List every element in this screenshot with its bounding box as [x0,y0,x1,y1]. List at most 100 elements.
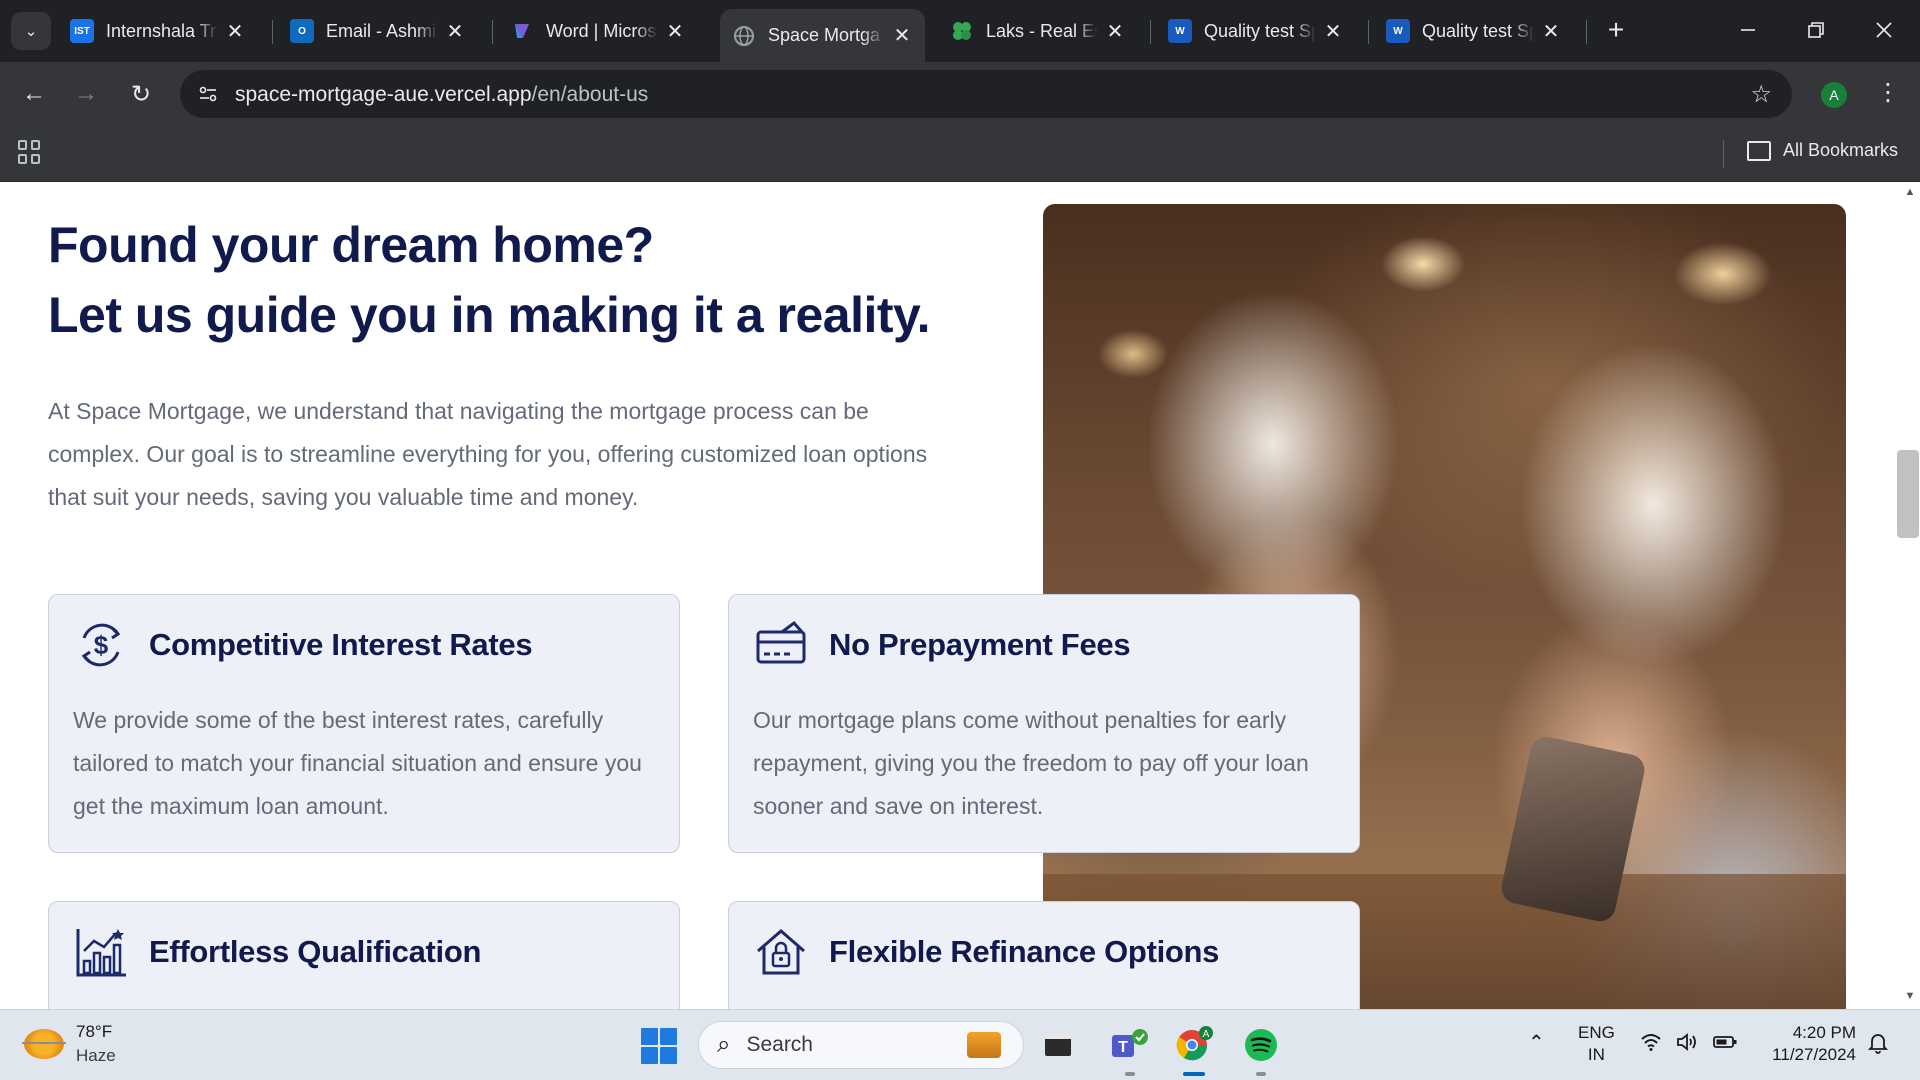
restore-icon[interactable] [1792,10,1840,50]
scroll-up-icon[interactable]: ▲ [1900,186,1920,198]
tab-email[interactable]: O Email - Ashmit ✕ [278,9,478,53]
tab-title: Email - Ashmit [326,20,438,41]
spotify-icon[interactable] [1240,1024,1282,1066]
volume-icon [1676,1032,1698,1058]
tab-title: Space Mortga [768,25,881,45]
feature-card-interest-rates: $ Competitive Interest Rates We provide … [48,594,680,853]
intro-paragraph: At Space Mortgage, we understand that na… [48,398,928,510]
chrome-active-indicator [1183,1072,1205,1076]
card-text: We provide some of the best interest rat… [73,707,642,819]
spotify-running-indicator [1256,1072,1266,1076]
tab-laks[interactable]: Laks - Real Est ✕ [938,9,1138,53]
wifi-icon [1640,1032,1662,1058]
chrome-icon[interactable]: A [1173,1024,1215,1066]
card-icon [753,617,809,673]
tab-close-icon[interactable]: ✕ [1540,19,1562,44]
page-scrollbar[interactable] [1900,182,1920,1009]
heading-line-2: Let us guide you in making it a reality. [48,287,931,343]
battery-icon [1712,1032,1738,1058]
svg-text:T: T [1118,1039,1128,1056]
clover-icon [950,19,974,43]
tab-word[interactable]: Word | Micros ✕ [498,9,698,53]
page-heading: Found your dream home? Let us guide you … [48,210,931,350]
growth-chart-icon [73,924,129,980]
address-bar[interactable]: space-mortgage-aue.vercel.app/en/about-u… [180,70,1792,118]
language-indicator[interactable]: ENG IN [1578,1022,1615,1066]
files-icon[interactable] [1037,1024,1079,1066]
windows-start-icon[interactable] [641,1028,677,1064]
card-header: Flexible Refinance Options [753,924,1219,980]
clock-date: 11/27/2024 [1772,1045,1856,1064]
tray-overflow-icon[interactable]: ⌃ [1528,1030,1545,1055]
system-clock[interactable]: 4:20 PM 11/27/2024 [1760,1022,1856,1066]
tab-title: Quality test Sp [1422,20,1534,41]
card-header: Effortless Qualification [73,924,481,980]
apps-grid-icon[interactable] [18,140,42,164]
tab-quality-test-1[interactable]: W Quality test Sp ✕ [1156,9,1356,53]
back-icon[interactable]: ← [16,76,52,112]
all-bookmarks-button[interactable]: All Bookmarks [1747,140,1898,161]
folder-icon [1747,140,1771,161]
tab-close-icon[interactable]: ✕ [224,19,246,44]
weather-temperature: 78°F [76,1022,113,1041]
bookmarks-bar: All Bookmarks [0,126,1920,182]
region-code: IN [1587,1045,1605,1064]
svg-text:A: A [1203,1029,1210,1040]
tab-internshala[interactable]: IST Internshala Tra ✕ [58,9,258,53]
svg-text:$: $ [94,630,109,660]
scroll-down-icon[interactable]: ▼ [1900,990,1920,1002]
tab-separator [492,20,493,44]
tab-title: Laks - Real Est [986,20,1098,41]
page-viewport: Found your dream home? Let us guide you … [0,182,1900,1009]
tab-space-mortgage[interactable]: Space Mortga ✕ [720,9,925,62]
weather-widget[interactable]: 78°F Haze [22,1020,116,1068]
profile-avatar[interactable]: A [1821,82,1847,108]
url-path: /en/about-us [531,83,649,106]
teams-icon[interactable]: T [1109,1024,1151,1066]
forward-icon[interactable]: → [68,76,104,112]
haze-icon [22,1029,66,1059]
card-title: Competitive Interest Rates [149,627,533,662]
all-bookmarks-label: All Bookmarks [1783,140,1899,160]
card-title: No Prepayment Fees [829,627,1131,662]
close-window-icon[interactable] [1860,10,1908,50]
weather-description: Haze [76,1046,116,1065]
language-code: ENG [1578,1023,1615,1042]
feature-card-prepayment: No Prepayment Fees Our mortgage plans co… [728,594,1360,853]
tab-search-button[interactable]: ⌄ [11,12,51,50]
feature-card-qualification: Effortless Qualification [48,901,680,1009]
browser-toolbar: ← → ↻ space-mortgage-aue.vercel.app/en/a… [0,62,1920,126]
tab-close-icon[interactable]: ✕ [891,23,913,48]
globe-icon [732,24,756,48]
tab-close-icon[interactable]: ✕ [664,19,686,44]
reload-icon[interactable]: ↻ [123,76,159,112]
home-lock-icon [753,924,809,980]
card-header: No Prepayment Fees [753,617,1131,673]
minimize-icon[interactable] [1724,10,1772,50]
tab-title: Internshala Tra [106,20,218,41]
tab-close-icon[interactable]: ✕ [444,19,466,44]
dollar-cycle-icon: $ [73,617,129,673]
teams-running-indicator [1125,1072,1135,1076]
system-tray[interactable] [1640,1032,1738,1058]
taskbar-search[interactable]: ⌕ Search [698,1021,1024,1069]
tab-close-icon[interactable]: ✕ [1104,19,1126,44]
notifications-icon[interactable] [1867,1032,1889,1060]
tab-separator [1586,20,1587,44]
card-text: Our mortgage plans come without penaltie… [753,707,1309,819]
search-label: Search [746,1033,813,1056]
tab-separator [1150,20,1151,44]
scrollbar-thumb[interactable] [1897,450,1919,538]
url-domain: space-mortgage-aue.vercel.app [235,83,532,106]
word-favicon: W [1386,19,1410,43]
bookmark-star-icon[interactable]: ☆ [1750,80,1772,109]
new-tab-button[interactable]: + [1600,14,1632,46]
site-info-icon[interactable] [196,82,220,106]
tab-quality-test-2[interactable]: W Quality test Sp ✕ [1374,9,1574,53]
more-menu-icon[interactable]: ⋮ [1876,78,1900,107]
tab-title: Word | Micros [546,20,657,41]
tab-close-icon[interactable]: ✕ [1322,19,1344,44]
windows-taskbar: 78°F Haze ⌕ Search T A ⌃ ENG IN 4:20 PM … [0,1009,1920,1080]
tab-title: Quality test Sp [1204,20,1316,41]
url-text[interactable]: space-mortgage-aue.vercel.app/en/about-u… [235,83,648,107]
